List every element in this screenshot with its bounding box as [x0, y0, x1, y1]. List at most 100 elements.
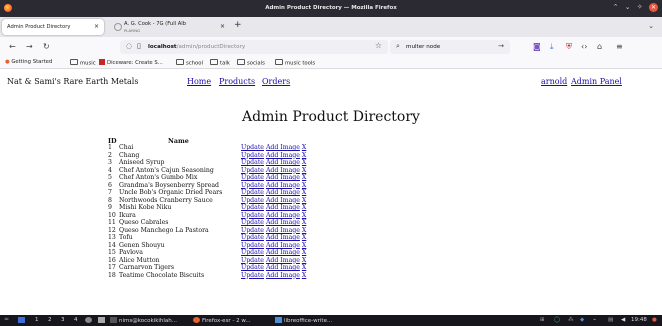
add-image-link[interactable]: Add Image [266, 249, 300, 256]
workspace-1[interactable]: 1 [35, 317, 39, 323]
keyboard-icon[interactable]: ▤ [608, 317, 613, 323]
update-link[interactable]: Update [241, 227, 264, 234]
reload-button[interactable]: ↻ [43, 42, 50, 51]
add-image-link[interactable]: Add Image [266, 264, 300, 271]
update-link[interactable]: Update [241, 144, 264, 151]
tray-icon[interactable]: ⌁ [593, 317, 596, 323]
delete-link[interactable]: X [302, 212, 306, 219]
update-link[interactable]: Update [241, 159, 264, 166]
add-image-link[interactable]: Add Image [266, 189, 300, 196]
close-tab-icon[interactable]: × [220, 23, 225, 30]
tab-music-playing[interactable]: A. G. Cook - 7G (Full Alb PLAYING × [108, 19, 228, 35]
extensions-icon[interactable]: ⌂ [597, 42, 602, 51]
forward-button[interactable]: → [26, 42, 33, 51]
delete-link[interactable]: X [302, 227, 306, 234]
site-info-icon[interactable]: ◌ [126, 42, 132, 50]
add-image-link[interactable]: Add Image [266, 204, 300, 211]
add-image-link[interactable]: Add Image [266, 227, 300, 234]
bookmark-diceware[interactable]: Diceware: Create S... [99, 59, 163, 66]
add-image-link[interactable]: Add Image [266, 272, 300, 279]
search-go-icon[interactable]: → [498, 42, 504, 50]
add-image-link[interactable]: Add Image [266, 182, 300, 189]
app-icon[interactable] [85, 317, 92, 323]
tab-admin-product-directory[interactable]: Admin Product Directory × [2, 19, 104, 35]
update-link[interactable]: Update [241, 264, 264, 271]
close-tab-icon[interactable]: × [94, 23, 99, 30]
delete-link[interactable]: X [302, 249, 306, 256]
add-image-link[interactable]: Add Image [266, 167, 300, 174]
add-image-link[interactable]: Add Image [266, 174, 300, 181]
ublock-shield-icon[interactable]: ⛨ [566, 42, 572, 51]
url-bar[interactable]: ◌ ▯ localhost/admin/productDirectory ☆ [120, 40, 388, 54]
restore-icon[interactable]: ⌄ [625, 3, 633, 11]
power-icon[interactable]: ● [652, 317, 657, 323]
user-link[interactable]: arnold [541, 77, 567, 86]
delete-link[interactable]: X [302, 159, 306, 166]
nav-link-home[interactable]: Home [187, 77, 211, 86]
delete-link[interactable]: X [302, 152, 306, 159]
bookmark-school[interactable]: school [176, 59, 203, 67]
workspace-3[interactable]: 3 [61, 317, 65, 323]
close-window-button[interactable]: ✕ [649, 3, 658, 12]
update-link[interactable]: Update [241, 152, 264, 159]
add-image-link[interactable]: Add Image [266, 159, 300, 166]
update-link[interactable]: Update [241, 174, 264, 181]
back-button[interactable]: ← [9, 42, 16, 51]
bookmark-music-tools[interactable]: music tools [275, 59, 315, 67]
add-image-link[interactable]: Add Image [266, 212, 300, 219]
delete-link[interactable]: X [302, 182, 306, 189]
admin-panel-link[interactable]: Admin Panel [571, 77, 622, 86]
downloads-icon[interactable]: ⤓ [550, 42, 554, 51]
update-link[interactable]: Update [241, 242, 264, 249]
search-bar[interactable]: ⌕ multer node → [390, 40, 510, 54]
clipboard-icon[interactable]: ⁂ [568, 317, 574, 323]
terminal-icon[interactable] [98, 317, 105, 323]
add-image-link[interactable]: Add Image [266, 152, 300, 159]
nav-link-orders[interactable]: Orders [262, 77, 290, 86]
delete-link[interactable]: X [302, 204, 306, 211]
minimize-icon[interactable]: ⌃ [613, 3, 621, 11]
delete-link[interactable]: X [302, 174, 306, 181]
bookmark-music[interactable]: music [70, 59, 96, 67]
workspace-2[interactable]: 2 [48, 317, 52, 323]
nav-link-products[interactable]: Products [219, 77, 255, 86]
update-link[interactable]: Update [241, 182, 264, 189]
bluetooth-icon[interactable]: ◆ [580, 317, 584, 323]
bookmark-getting-started[interactable]: ● Getting Started [5, 59, 52, 65]
delete-link[interactable]: X [302, 264, 306, 271]
bookmark-socials[interactable]: socials [237, 59, 265, 67]
network-icon[interactable]: ⊞ [540, 317, 545, 323]
url-text[interactable]: localhost/admin/productDirectory [148, 44, 245, 50]
taskbar-item-libreoffice[interactable]: libreoffice-write... [275, 317, 332, 324]
menu-launcher-icon[interactable]: ♒ [4, 317, 9, 323]
add-image-link[interactable]: Add Image [266, 234, 300, 241]
update-link[interactable]: Update [241, 189, 264, 196]
list-tabs-icon[interactable]: ⌄ [648, 22, 654, 30]
delete-link[interactable]: X [302, 272, 306, 279]
update-link[interactable]: Update [241, 197, 264, 204]
settings-icon[interactable]: ✧ [637, 3, 645, 11]
new-tab-button[interactable]: + [234, 20, 242, 30]
delete-link[interactable]: X [302, 242, 306, 249]
update-link[interactable]: Update [241, 257, 264, 264]
bookmark-talk[interactable]: talk [210, 59, 230, 67]
devtools-icon[interactable]: ‹› [581, 42, 587, 51]
status-icon[interactable]: ◯ [554, 317, 560, 323]
workspace-4[interactable]: 4 [74, 317, 78, 323]
update-link[interactable]: Update [241, 212, 264, 219]
bookmark-star-icon[interactable]: ☆ [375, 41, 382, 50]
add-image-link[interactable]: Add Image [266, 219, 300, 226]
update-link[interactable]: Update [241, 272, 264, 279]
menu-icon[interactable]: ≡ [616, 42, 623, 51]
update-link[interactable]: Update [241, 204, 264, 211]
delete-link[interactable]: X [302, 189, 306, 196]
delete-link[interactable]: X [302, 219, 306, 226]
pocket-icon[interactable]: ◙ [533, 42, 541, 51]
add-image-link[interactable]: Add Image [266, 197, 300, 204]
add-image-link[interactable]: Add Image [266, 144, 300, 151]
taskbar-item-terminal[interactable]: nims@kocokikihlah... [110, 317, 177, 324]
update-link[interactable]: Update [241, 234, 264, 241]
delete-link[interactable]: X [302, 167, 306, 174]
search-input[interactable]: multer node [406, 44, 440, 50]
delete-link[interactable]: X [302, 197, 306, 204]
